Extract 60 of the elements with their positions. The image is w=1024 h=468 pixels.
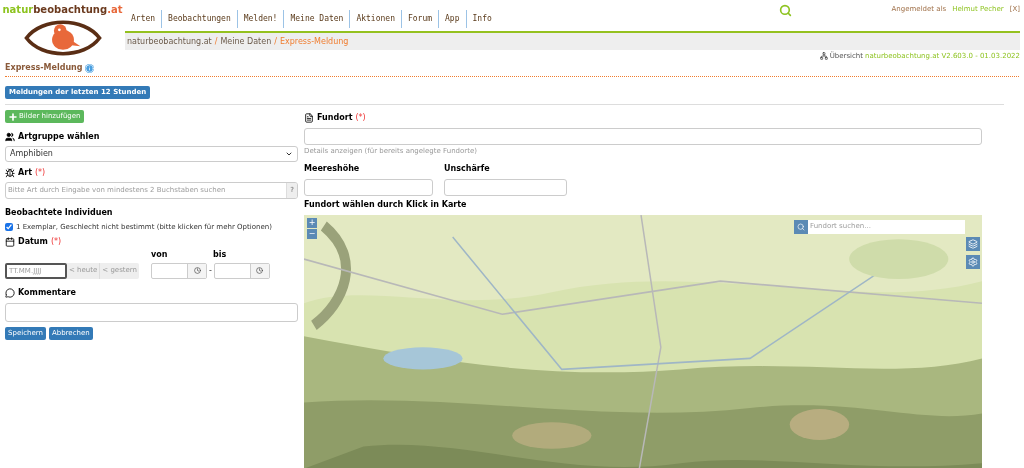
- comments-field[interactable]: [5, 302, 298, 322]
- nav-link[interactable]: Meine Daten: [284, 10, 351, 28]
- settings-icon: [968, 256, 978, 267]
- bug-icon: [5, 168, 15, 178]
- individuals-checkbox[interactable]: [5, 223, 13, 232]
- nav-link[interactable]: App: [439, 10, 467, 28]
- nav-link[interactable]: Forum: [401, 10, 440, 28]
- field-label: bis: [213, 248, 227, 261]
- plus-icon: [8, 111, 18, 122]
- clock-button[interactable]: [249, 263, 269, 278]
- select-value: Amphibien: [10, 148, 53, 160]
- time-to-field[interactable]: [213, 262, 270, 279]
- zoom-out-button[interactable]: −: [307, 228, 317, 239]
- breadcrumb-separator: /: [214, 35, 218, 48]
- breadcrumb-separator: /: [274, 35, 277, 48]
- search-icon: [797, 222, 805, 231]
- field-label: Artgruppe wählen: [18, 131, 100, 143]
- required-mark: (*): [34, 167, 46, 179]
- breadcrumb-link[interactable]: Meine Daten: [220, 35, 272, 48]
- field-label: Meereshöhe: [304, 162, 361, 175]
- calendar-icon: [5, 236, 15, 247]
- chevron-down-icon: [285, 150, 293, 158]
- layers-icon: [968, 238, 978, 249]
- group-icon: [5, 132, 15, 142]
- altitude-field[interactable]: [304, 178, 433, 196]
- info-icon[interactable]: [84, 63, 94, 73]
- location-field[interactable]: [304, 128, 982, 145]
- logo-text: natur: [2, 5, 34, 15]
- field-label: Beobachtete Individuen: [5, 207, 114, 219]
- clock-icon: [193, 267, 201, 274]
- field-label: Art: [18, 167, 32, 179]
- required-mark: (*): [50, 235, 62, 248]
- zoom-in-button[interactable]: +: [307, 217, 317, 228]
- nav-link[interactable]: Melden!: [237, 10, 285, 28]
- field-label: von: [151, 248, 169, 261]
- field-label: Fundort: [317, 112, 353, 124]
- sitemap-icon: [819, 52, 828, 61]
- document-icon: [304, 113, 314, 123]
- page-title: Express-Meldung: [5, 62, 83, 74]
- search-icon[interactable]: [778, 4, 792, 17]
- clock-icon: [256, 267, 264, 274]
- logo-text: beobachtung: [33, 5, 108, 15]
- clock-button[interactable]: [187, 263, 207, 278]
- logo-text: .at: [107, 5, 123, 15]
- field-label: Kommentare: [18, 286, 76, 299]
- eye-bird-logo-icon: [22, 17, 103, 59]
- range-dash: -: [209, 264, 212, 277]
- nav-link[interactable]: Info: [466, 10, 498, 28]
- field-label: Fundort wählen durch Klick in Karte: [304, 198, 467, 211]
- field-label: Unschärfe: [444, 162, 491, 175]
- accuracy-field[interactable]: [444, 178, 567, 196]
- species-group-select[interactable]: Amphibien: [5, 146, 298, 162]
- breadcrumb-link[interactable]: naturbeobachtung.at: [127, 35, 212, 48]
- speech-bubble-icon: [5, 287, 15, 298]
- nav-link[interactable]: Arten: [125, 10, 163, 28]
- nav-link[interactable]: Aktionen: [350, 10, 402, 28]
- required-mark: (*): [355, 112, 366, 124]
- field-label: Datum: [18, 235, 48, 248]
- nav-link[interactable]: Beobachtungen: [162, 10, 238, 28]
- time-from-field[interactable]: [151, 262, 208, 279]
